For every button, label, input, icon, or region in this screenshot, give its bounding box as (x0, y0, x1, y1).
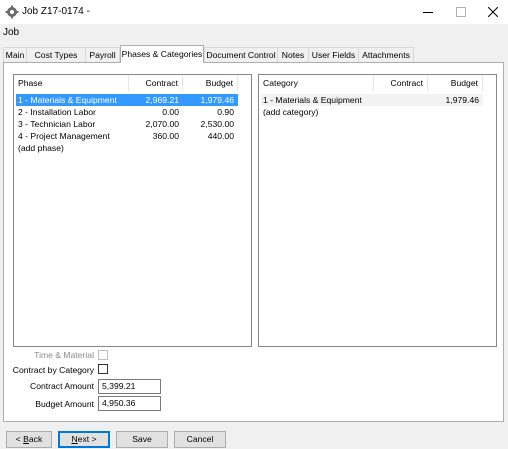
budget-column-header[interactable]: Budget (183, 75, 238, 91)
phases-categories-panel: Phase Contract Budget 1 - Materials & Eq… (3, 62, 504, 422)
phase-name: 4 - Project Management (18, 131, 110, 141)
phase-contract: 2,969.21 (145, 95, 179, 105)
close-icon (488, 7, 498, 17)
tab-attachments[interactable]: Attachments (358, 47, 414, 62)
minimize-button[interactable] (413, 0, 443, 24)
phase-name: 2 - Installation Labor (18, 107, 96, 117)
category-list[interactable]: Category Contract Budget 1 - Materials &… (258, 74, 497, 347)
app-gear-icon (5, 5, 19, 19)
time-material-checkbox[interactable] (98, 350, 108, 360)
phase-column-header[interactable]: Phase (14, 75, 129, 91)
phase-contract: 0.00 (162, 107, 179, 117)
category-name: 1 - Materials & Equipment (263, 95, 362, 105)
phase-row[interactable]: 1 - Materials & Equipment 2,969.21 1,979… (16, 94, 238, 106)
tab-cost-types[interactable]: Cost Types (26, 47, 86, 62)
phase-name: 1 - Materials & Equipment (18, 95, 117, 105)
phase-budget: 0.90 (217, 107, 234, 117)
minimize-icon (423, 12, 433, 13)
add-phase-row[interactable]: (add phase) (16, 142, 238, 154)
contract-amount-field[interactable]: 5,399.21 (98, 379, 161, 394)
tab-document-control[interactable]: Document Control (204, 47, 278, 62)
back-button[interactable]: < Back (6, 431, 52, 448)
maximize-button[interactable] (446, 0, 476, 24)
next-button[interactable]: Next > (58, 431, 110, 448)
phase-row[interactable]: 4 - Project Management 360.00 440.00 (16, 130, 238, 142)
category-row[interactable]: 1 - Materials & Equipment 1,979.46 (261, 94, 483, 106)
budget-amount-label: Budget Amount (35, 399, 94, 409)
phase-row[interactable]: 3 - Technician Labor 2,070.00 2,530.00 (16, 118, 238, 130)
phase-contract: 2,070.00 (145, 119, 179, 129)
phase-budget: 440.00 (207, 131, 234, 141)
category-budget-column-header[interactable]: Budget (428, 75, 483, 91)
phase-contract: 360.00 (152, 131, 179, 141)
contract-by-category-label: Contract by Category (12, 365, 94, 375)
button-bar: < Back Next > Save Cancel (0, 425, 508, 449)
time-material-label: Time & Material (34, 350, 94, 360)
back-button-suffix: ack (28, 434, 43, 444)
budget-amount-field[interactable]: 4,950.36 (98, 396, 161, 411)
maximize-icon (456, 7, 466, 17)
add-category-label: (add category) (263, 107, 319, 117)
tab-payroll[interactable]: Payroll (85, 47, 120, 62)
window-title: Job Z17-0174 - (22, 6, 90, 17)
cancel-button[interactable]: Cancel (174, 431, 226, 448)
tab-user-fields[interactable]: User Fields (308, 47, 359, 62)
contract-amount-label: Contract Amount (29, 381, 94, 391)
add-phase-label: (add phase) (18, 143, 64, 153)
category-contract-column-header[interactable]: Contract (374, 75, 428, 91)
phase-row[interactable]: 2 - Installation Labor 0.00 0.90 (16, 106, 238, 118)
category-budget: 1,979.46 (445, 95, 479, 105)
tab-main[interactable]: Main (3, 47, 27, 62)
close-button[interactable] (478, 0, 508, 24)
tab-phases-categories[interactable]: Phases & Categories (120, 45, 204, 63)
phase-list[interactable]: Phase Contract Budget 1 - Materials & Eq… (13, 74, 252, 347)
category-column-header[interactable]: Category (259, 75, 374, 91)
save-button[interactable]: Save (116, 431, 168, 448)
window-subtitle: Job (3, 27, 20, 38)
contract-column-header[interactable]: Contract (129, 75, 183, 91)
add-category-row[interactable]: (add category) (261, 106, 483, 118)
tab-notes[interactable]: Notes (277, 47, 309, 62)
tab-strip: Main Cost Types Payroll Phases & Categor… (3, 45, 505, 63)
phase-budget: 1,979.46 (200, 95, 234, 105)
contract-by-category-checkbox[interactable] (98, 364, 108, 374)
phase-name: 3 - Technician Labor (18, 119, 96, 129)
next-button-suffix: ext > (77, 434, 97, 444)
title-bar: Job Z17-0174 - (0, 0, 508, 24)
phase-budget: 2,530.00 (200, 119, 234, 129)
